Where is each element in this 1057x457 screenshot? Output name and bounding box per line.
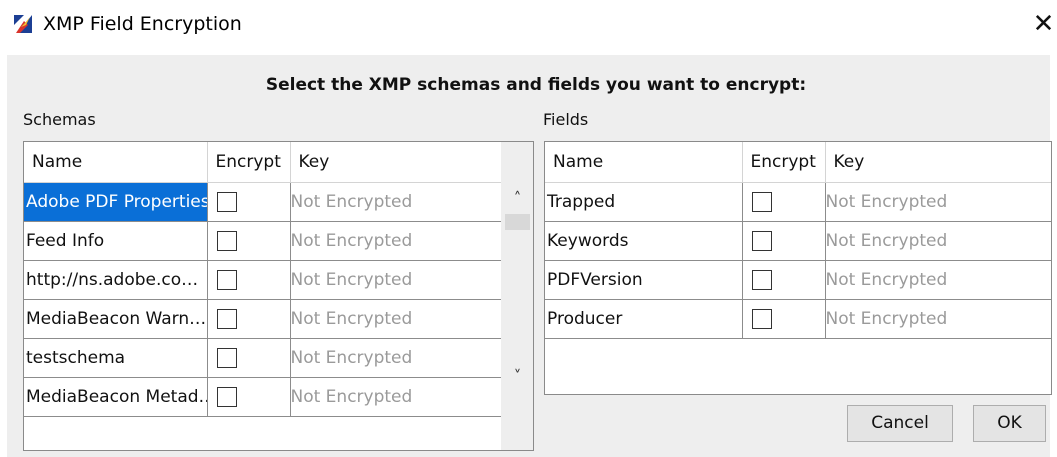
row-encrypt-cell [207, 221, 291, 261]
fields-table: Name Encrypt Key Trapped Not Encrypted Key… [544, 141, 1052, 395]
encrypt-checkbox[interactable] [751, 230, 772, 251]
row-encrypt-cell [742, 221, 826, 261]
row-encrypt-cell [742, 260, 826, 300]
row-key-cell[interactable]: Not Encrypted [825, 182, 1051, 222]
row-encrypt-cell [207, 260, 291, 300]
row-name-cell[interactable]: testschema [24, 338, 208, 378]
column-header-encrypt[interactable]: Encrypt [207, 142, 291, 183]
scroll-thumb[interactable] [505, 214, 530, 230]
row-key-cell[interactable]: Not Encrypted [825, 260, 1051, 300]
window-title: XMP Field Encryption [43, 13, 242, 35]
row-key-cell[interactable]: Not Encrypted [290, 182, 502, 222]
row-key-cell[interactable]: Not Encrypted [290, 338, 502, 378]
row-name-cell[interactable]: http://ns.adobe.co… [24, 260, 208, 300]
fields-label: Fields [543, 110, 589, 129]
row-name-cell[interactable]: MediaBeacon Metad… [24, 377, 208, 417]
scroll-up-icon[interactable]: ˄ [501, 188, 533, 208]
app-icon [13, 14, 33, 34]
row-encrypt-cell [742, 182, 826, 222]
column-header-name[interactable]: Name [545, 142, 743, 183]
column-header-encrypt[interactable]: Encrypt [742, 142, 826, 183]
fields-grid: Name Encrypt Key Trapped Not Encrypted Key… [545, 142, 1051, 339]
row-key-cell[interactable]: Not Encrypted [290, 221, 502, 261]
row-encrypt-cell [207, 182, 291, 222]
row-encrypt-cell [207, 338, 291, 378]
encrypt-checkbox[interactable] [216, 191, 237, 212]
encrypt-checkbox[interactable] [216, 230, 237, 251]
row-name-cell[interactable]: Adobe PDF Properties [24, 182, 208, 222]
row-key-cell[interactable]: Not Encrypted [825, 299, 1051, 339]
row-key-cell[interactable]: Not Encrypted [825, 221, 1051, 261]
encrypt-checkbox[interactable] [216, 308, 237, 329]
row-name-cell[interactable]: Keywords [545, 221, 743, 261]
table-row[interactable]: Keywords Not Encrypted [545, 221, 1051, 261]
dialog-heading: Select the XMP schemas and fields you wa… [265, 75, 807, 95]
row-encrypt-cell [207, 377, 291, 417]
cancel-button[interactable]: Cancel [847, 405, 953, 442]
row-name-cell[interactable]: MediaBeacon Warn… [24, 299, 208, 339]
table-row[interactable]: http://ns.adobe.co… Not Encrypted [24, 260, 502, 300]
schemas-label: Schemas [23, 110, 96, 129]
row-name-cell[interactable]: Trapped [545, 182, 743, 222]
encrypt-checkbox[interactable] [216, 269, 237, 290]
row-encrypt-cell [207, 299, 291, 339]
table-row[interactable]: Producer Not Encrypted [545, 299, 1051, 339]
schemas-table: Name Encrypt Key Adobe PDF Properties Not… [23, 141, 534, 451]
close-icon[interactable]: ✕ [1030, 9, 1057, 39]
column-header-name[interactable]: Name [24, 142, 208, 183]
schemas-scrollbar[interactable]: ˄ ˅ [501, 142, 533, 450]
encrypt-checkbox[interactable] [751, 269, 772, 290]
table-row[interactable]: PDFVersion Not Encrypted [545, 260, 1051, 300]
column-header-key[interactable]: Key [825, 142, 1051, 183]
table-row[interactable]: testschema Not Encrypted [24, 338, 502, 378]
table-row[interactable]: MediaBeacon Metad… Not Encrypted [24, 377, 502, 417]
table-row[interactable]: MediaBeacon Warn… Not Encrypted [24, 299, 502, 339]
row-name-cell[interactable]: Feed Info [24, 221, 208, 261]
row-name-cell[interactable]: PDFVersion [545, 260, 743, 300]
title-bar: XMP Field Encryption ✕ [0, 0, 1057, 52]
row-key-cell[interactable]: Not Encrypted [290, 260, 502, 300]
ok-button[interactable]: OK [973, 405, 1046, 442]
row-encrypt-cell [742, 299, 826, 339]
table-row[interactable]: Trapped Not Encrypted [545, 182, 1051, 222]
scroll-down-icon[interactable]: ˅ [501, 366, 533, 386]
row-key-cell[interactable]: Not Encrypted [290, 299, 502, 339]
column-header-key[interactable]: Key [290, 142, 502, 183]
schemas-grid: Name Encrypt Key Adobe PDF Properties Not… [24, 142, 502, 417]
encrypt-checkbox[interactable] [216, 386, 237, 407]
encrypt-checkbox[interactable] [216, 347, 237, 368]
table-row[interactable]: Feed Info Not Encrypted [24, 221, 502, 261]
schemas-header-row: Name Encrypt Key [24, 142, 502, 183]
table-row[interactable]: Adobe PDF Properties Not Encrypted [24, 182, 502, 222]
encrypt-checkbox[interactable] [751, 308, 772, 329]
encrypt-checkbox[interactable] [751, 191, 772, 212]
dialog-body: Select the XMP schemas and fields you wa… [7, 55, 1052, 457]
row-name-cell[interactable]: Producer [545, 299, 743, 339]
row-key-cell[interactable]: Not Encrypted [290, 377, 502, 417]
fields-header-row: Name Encrypt Key [545, 142, 1051, 183]
